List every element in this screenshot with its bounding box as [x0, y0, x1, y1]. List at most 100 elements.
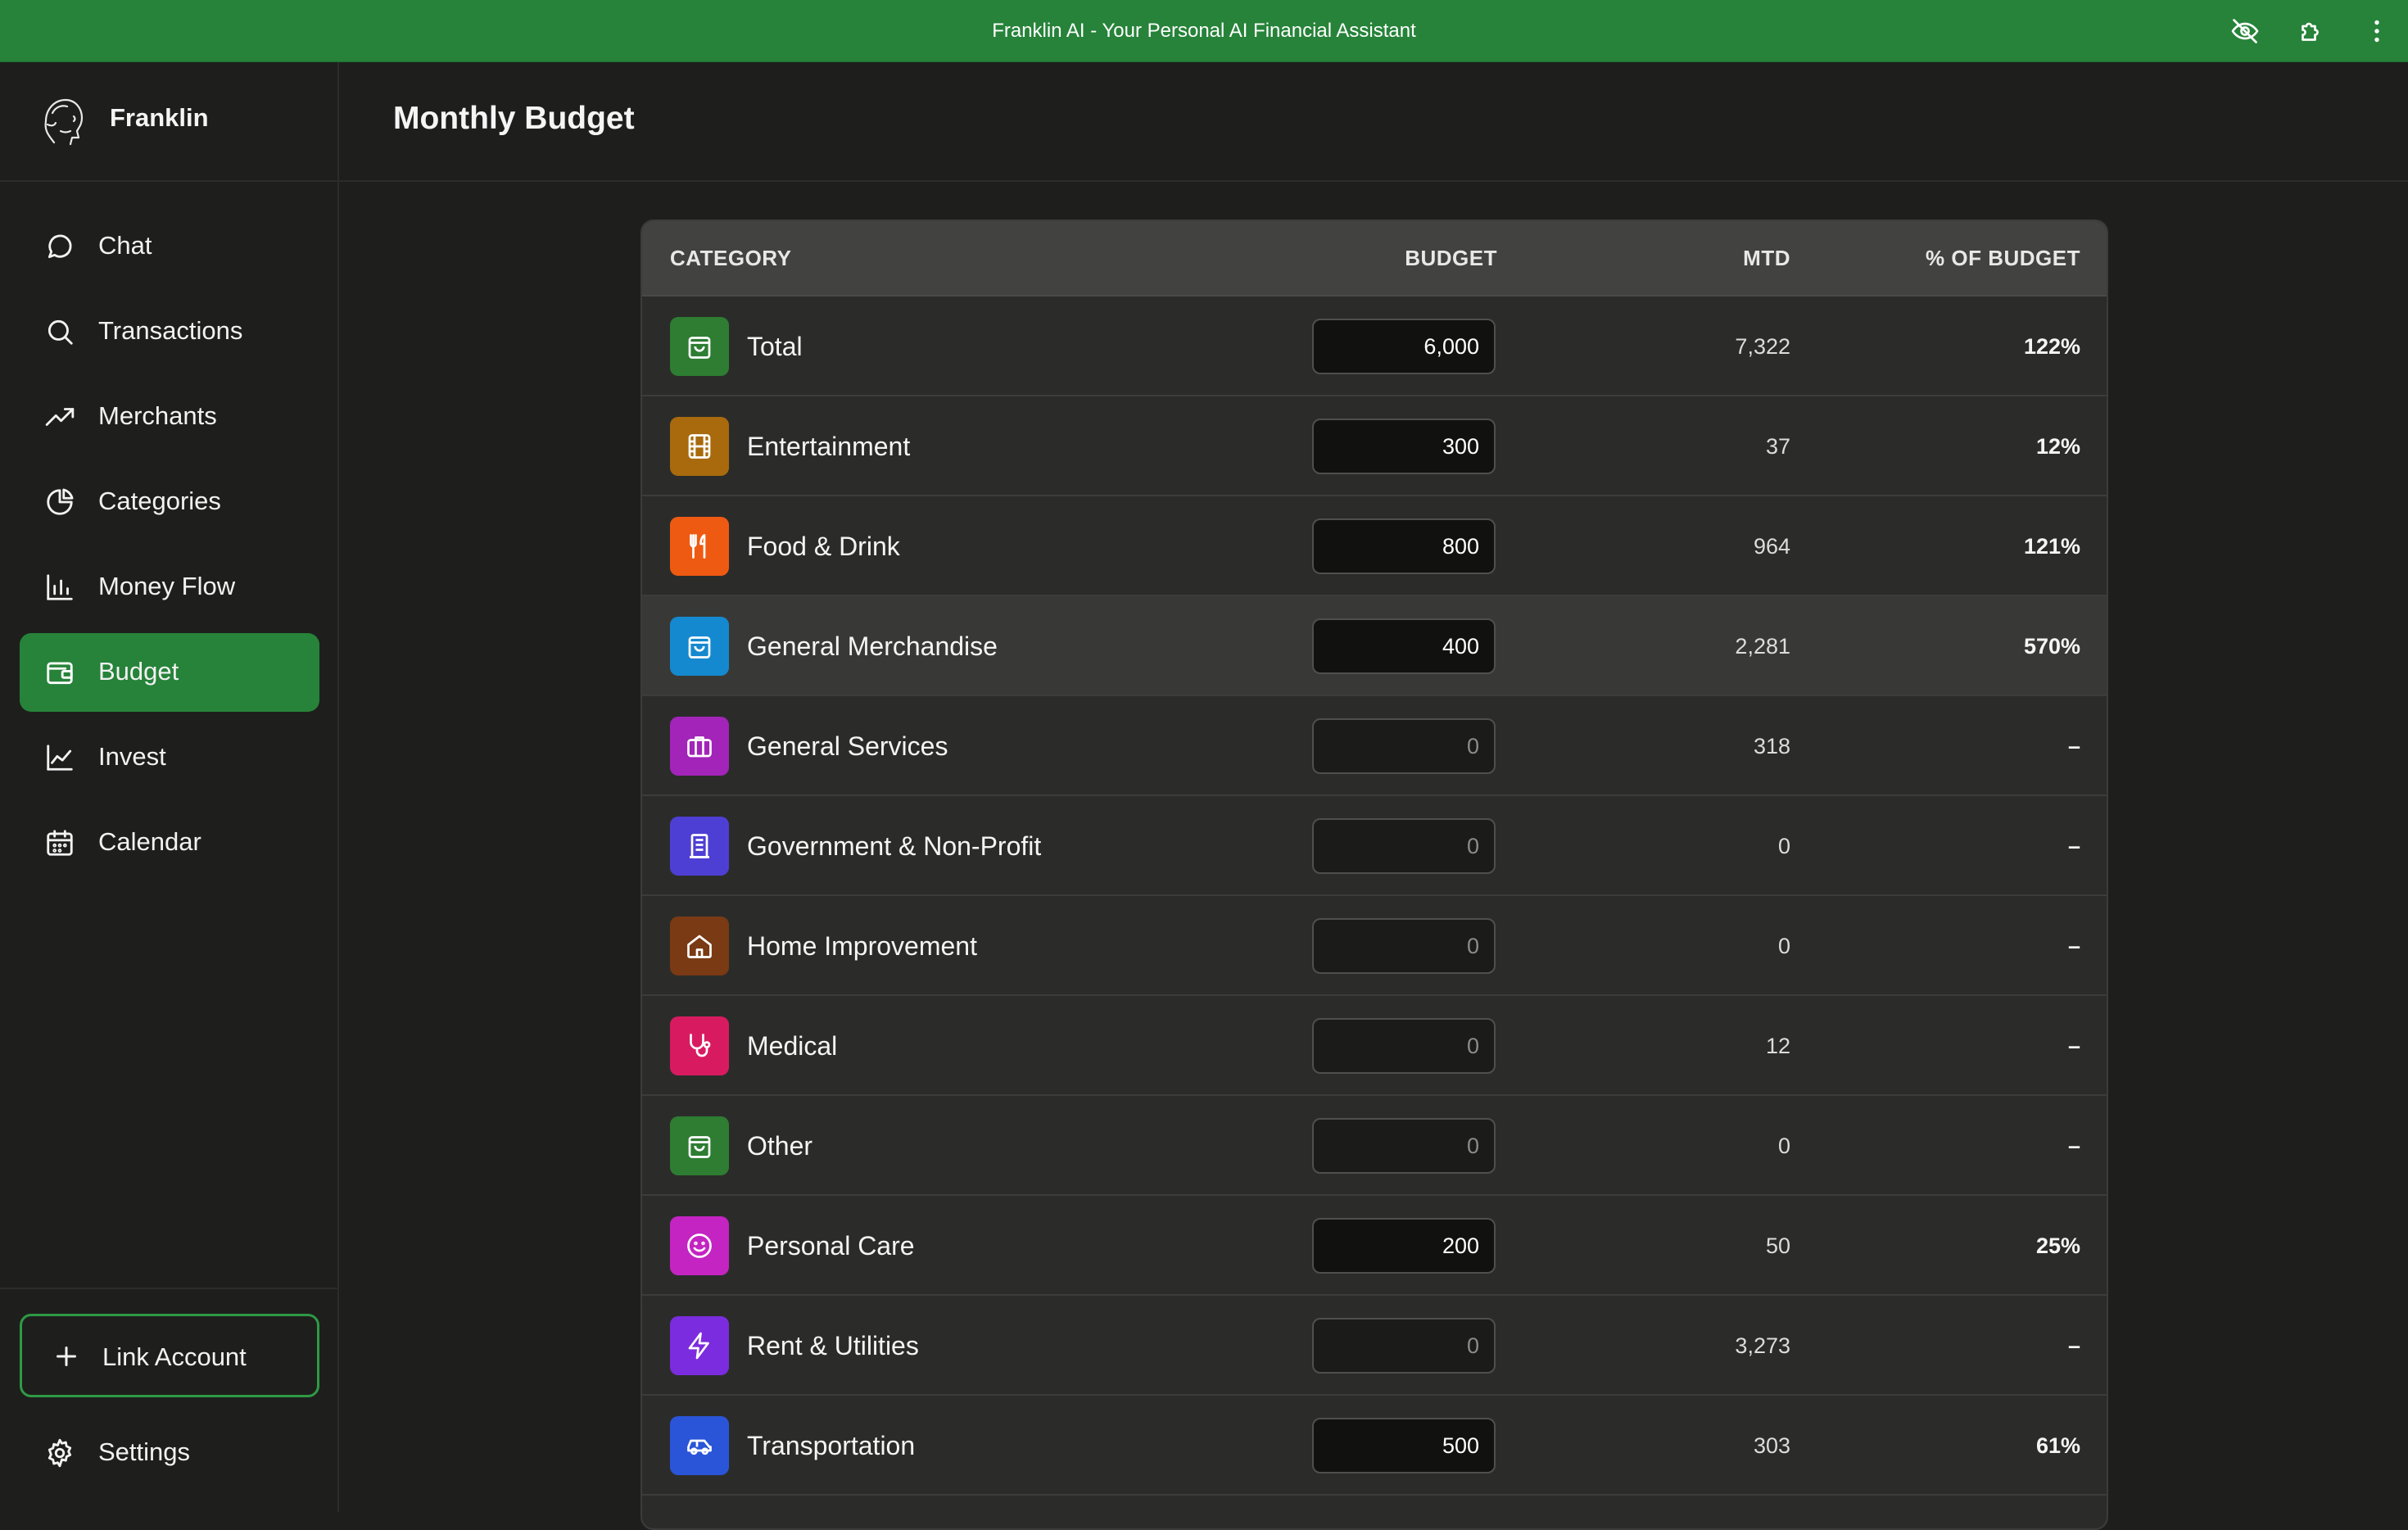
trending-up-icon	[44, 401, 75, 432]
mtd-value: 50	[1765, 1234, 1790, 1258]
column-header-category: CATEGORY	[670, 246, 792, 270]
table-row: Transportation 303 61%	[642, 1396, 2107, 1496]
table-row: General Merchandise 2,281 570%	[642, 596, 2107, 696]
budget-input[interactable]	[1312, 1018, 1496, 1074]
sidebar-item-label: Categories	[98, 487, 221, 515]
budget-input[interactable]	[1312, 518, 1496, 574]
sidebar-item-money-flow[interactable]: Money Flow	[20, 548, 319, 627]
table-row: Government & Non-Profit 0 –	[642, 796, 2107, 896]
mtd-value: 3,273	[1735, 1333, 1790, 1358]
chat-bubble-icon	[44, 231, 75, 262]
calendar-icon	[44, 827, 75, 858]
budget-input[interactable]	[1312, 1318, 1496, 1374]
table-row: Medical 12 –	[642, 996, 2107, 1096]
table-row: General Services 318 –	[642, 696, 2107, 796]
budget-input[interactable]	[1312, 1118, 1496, 1174]
wallet-icon	[44, 657, 75, 688]
percent-of-budget: 121%	[2023, 534, 2080, 559]
column-header-pct: % OF BUDGET	[1926, 246, 2080, 270]
budget-input[interactable]	[1312, 1418, 1496, 1473]
category-name: Home Improvement	[747, 931, 977, 961]
more-vertical-icon[interactable]	[2362, 16, 2392, 46]
percent-of-budget: –	[2067, 1134, 2080, 1158]
gear-icon	[44, 1437, 75, 1469]
sidebar-item-label: Money Flow	[98, 572, 236, 600]
table-row: Home Improvement 0 –	[642, 896, 2107, 996]
mtd-value: 7,322	[1735, 334, 1790, 359]
mtd-value: 0	[1777, 834, 1790, 858]
franklin-logo-icon	[38, 92, 90, 149]
plus-icon	[52, 1342, 81, 1371]
sidebar-item-chat[interactable]: Chat	[20, 207, 319, 286]
table-row: Entertainment 37 12%	[642, 396, 2107, 496]
percent-of-budget: 12%	[2035, 434, 2080, 459]
shopping-bag-icon	[670, 1116, 729, 1175]
briefcase-icon	[670, 717, 729, 776]
percent-of-budget: –	[2067, 1333, 2080, 1358]
smile-icon	[670, 1216, 729, 1275]
bar-chart-icon	[44, 572, 75, 603]
settings-label: Settings	[98, 1437, 191, 1466]
mtd-value: 303	[1753, 1433, 1790, 1458]
mtd-value: 37	[1765, 434, 1790, 459]
link-account-label: Link Account	[102, 1342, 247, 1371]
sidebar-item-merchants[interactable]: Merchants	[20, 378, 319, 456]
settings-button[interactable]: Settings	[20, 1414, 319, 1492]
percent-of-budget: –	[2067, 834, 2080, 858]
brand-name: Franklin	[110, 103, 209, 132]
lightning-icon	[670, 1316, 729, 1375]
budget-input[interactable]	[1312, 319, 1496, 374]
sidebar-item-transactions[interactable]: Transactions	[20, 292, 319, 371]
percent-of-budget: 570%	[2023, 634, 2080, 659]
pie-chart-icon	[44, 487, 75, 518]
brand: Franklin	[0, 62, 337, 182]
sidebar-item-budget[interactable]: Budget	[20, 633, 319, 712]
sidebar-item-invest[interactable]: Invest	[20, 718, 319, 797]
sidebar-item-label: Invest	[98, 742, 166, 771]
mtd-value: 318	[1753, 734, 1790, 758]
sidebar-item-label: Calendar	[98, 827, 201, 856]
budget-input[interactable]	[1312, 818, 1496, 874]
line-chart-icon	[44, 742, 75, 773]
shopping-bag-icon	[670, 317, 729, 376]
utensils-icon	[670, 517, 729, 576]
column-header-mtd: MTD	[1743, 246, 1790, 270]
percent-of-budget: 25%	[2035, 1234, 2080, 1258]
stethoscope-icon	[670, 1016, 729, 1075]
percent-of-budget: –	[2067, 934, 2080, 958]
budget-table: CATEGORY BUDGET MTD % OF BUDGET Total 7,…	[640, 220, 2108, 1530]
budget-input[interactable]	[1312, 918, 1496, 974]
shopping-bag-icon	[670, 617, 729, 676]
extension-puzzle-icon[interactable]	[2297, 16, 2326, 46]
table-row: Personal Care 50 25%	[642, 1196, 2107, 1296]
sidebar-item-categories[interactable]: Categories	[20, 463, 319, 541]
eye-off-icon[interactable]	[2230, 16, 2260, 46]
sidebar-item-calendar[interactable]: Calendar	[20, 803, 319, 882]
budget-input[interactable]	[1312, 419, 1496, 474]
mtd-value: 12	[1765, 1034, 1790, 1058]
budget-input[interactable]	[1312, 718, 1496, 774]
table-row: Rent & Utilities 3,273 –	[642, 1296, 2107, 1396]
link-account-button[interactable]: Link Account	[20, 1314, 319, 1397]
film-icon	[670, 417, 729, 476]
column-header-budget: BUDGET	[1405, 246, 1497, 270]
sidebar-item-label: Merchants	[98, 401, 217, 430]
main-header: Monthly Budget	[339, 62, 2408, 182]
sidebar-footer: Link Account Settings	[0, 1288, 337, 1512]
budget-input[interactable]	[1312, 618, 1496, 674]
search-icon	[44, 316, 75, 347]
mtd-value: 964	[1753, 534, 1790, 559]
page-title: Monthly Budget	[393, 101, 635, 136]
budget-input[interactable]	[1312, 1218, 1496, 1274]
category-name: Other	[747, 1131, 813, 1161]
mtd-value: 0	[1777, 934, 1790, 958]
percent-of-budget: –	[2067, 734, 2080, 758]
table-row: Total 7,322 122%	[642, 296, 2107, 396]
title-bar: Franklin AI - Your Personal AI Financial…	[0, 0, 2408, 62]
sidebar-item-label: Chat	[98, 231, 152, 260]
table-row: Food & Drink 964 121%	[642, 496, 2107, 596]
sidebar: Franklin Chat Transactions Merchants Cat…	[0, 62, 339, 1512]
car-icon	[670, 1416, 729, 1475]
percent-of-budget: 61%	[2035, 1433, 2080, 1458]
sidebar-item-label: Transactions	[98, 316, 243, 345]
